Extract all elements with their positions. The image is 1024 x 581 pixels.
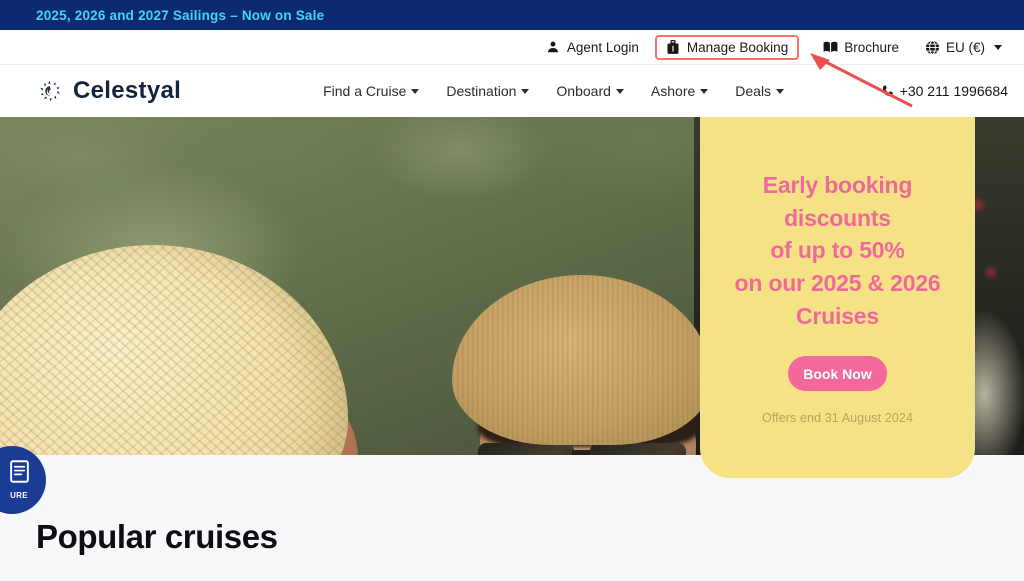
currency-label: EU (€) xyxy=(945,39,985,55)
offers-end-text: Offers end 31 August 2024 xyxy=(762,411,913,426)
nav-item-label: Deals xyxy=(735,83,772,99)
chevron-down-icon xyxy=(776,88,785,94)
suitcase-icon xyxy=(666,39,681,55)
spiral-sun-icon xyxy=(36,77,64,105)
promo-line-3: of up to 50% xyxy=(770,237,905,264)
phone-link[interactable]: +30 211 1996684 xyxy=(881,83,1008,99)
nav-item-label: Ashore xyxy=(650,83,696,99)
utility-item-agent-login[interactable]: Agent Login xyxy=(540,36,645,59)
promo-banner: 2025, 2026 and 2027 Sailings – Now on Sa… xyxy=(0,0,1024,30)
chevron-down-icon xyxy=(615,88,624,94)
nav-item-find-a-cruise[interactable]: Find a Cruise xyxy=(323,83,420,99)
phone-number: +30 211 1996684 xyxy=(899,83,1008,99)
promo-line-5: Cruises xyxy=(796,302,879,329)
nav-item-deals[interactable]: Deals xyxy=(735,83,785,99)
person-icon xyxy=(546,40,561,55)
nav-item-destination[interactable]: Destination xyxy=(446,83,530,99)
utility-nav: Agent Login Manage Booking Brochure EU (… xyxy=(0,30,1024,65)
currency-selector[interactable]: EU (€) xyxy=(919,36,1008,59)
nav-item-label: Find a Cruise xyxy=(323,83,407,99)
chevron-down-icon xyxy=(700,88,709,94)
nav-item-ashore[interactable]: Ashore xyxy=(650,83,709,99)
logo-text: Celestyal xyxy=(73,77,182,104)
utility-item-manage-booking[interactable]: Manage Booking xyxy=(654,34,800,60)
promo-banner-text: 2025, 2026 and 2027 Sailings – Now on Sa… xyxy=(36,7,325,23)
brochure-tab-label: URE xyxy=(10,491,28,500)
chevron-down-icon xyxy=(521,88,530,94)
utility-item-label: Brochure xyxy=(844,39,899,55)
chevron-down-icon xyxy=(411,88,420,94)
promo-line-1: Early booking xyxy=(762,172,913,198)
early-booking-promo-panel: Early booking discounts of up to 50% on … xyxy=(700,117,975,478)
globe-icon xyxy=(925,39,940,55)
chevron-down-icon xyxy=(994,44,1002,50)
nav-item-label: Destination xyxy=(446,83,517,99)
logo[interactable]: Celestyal xyxy=(36,77,181,105)
promo-line-4: on our 2025 & 2026 xyxy=(734,269,941,296)
nav-item-label: Onboard xyxy=(556,83,611,99)
site-header: Celestyal Find a Cruise Destination Onbo… xyxy=(0,65,1024,117)
main-navigation: Find a Cruise Destination Onboard Ashore… xyxy=(323,83,785,99)
document-icon xyxy=(9,460,29,488)
nav-item-onboard[interactable]: Onboard xyxy=(556,83,624,99)
utility-item-label: Agent Login xyxy=(566,39,639,55)
utility-item-label: Manage Booking xyxy=(686,39,789,55)
book-now-button[interactable]: Book Now xyxy=(788,356,887,392)
promo-line-2: discounts xyxy=(784,204,891,231)
phone-icon xyxy=(881,84,896,99)
page-root: 2025, 2026 and 2027 Sailings – Now on Sa… xyxy=(0,0,1024,581)
open-book-icon xyxy=(823,40,838,55)
utility-item-brochure[interactable]: Brochure xyxy=(817,36,905,59)
promo-headline: Early booking discounts of up to 50% on … xyxy=(734,169,940,332)
popular-cruises-title: Popular cruises xyxy=(36,518,278,555)
